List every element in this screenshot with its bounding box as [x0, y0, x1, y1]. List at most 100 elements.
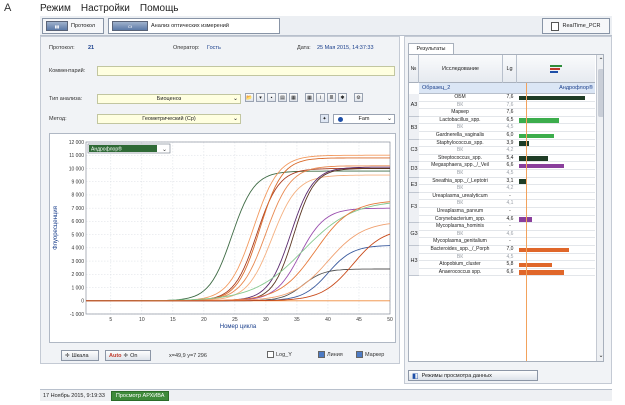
- archive-view-badge[interactable]: Просмотр АРХИВА: [110, 390, 170, 401]
- sample-kit: Андрофлор®: [559, 85, 593, 91]
- result-row[interactable]: ВК 4,5: [419, 254, 595, 262]
- y-tick-label: 0: [81, 299, 84, 305]
- x-tick-label: 30: [263, 317, 269, 323]
- x-tick-label: 5: [109, 317, 112, 323]
- auto-on-button[interactable]: Auto ✛ On: [105, 350, 151, 361]
- x-tick-label: 35: [294, 317, 300, 323]
- result-row[interactable]: ВК 4,1: [419, 200, 595, 208]
- result-name: ВК: [456, 253, 464, 260]
- table-icon[interactable]: ≣: [327, 93, 336, 102]
- line-checkbox[interactable]: [318, 351, 325, 358]
- menu-mode[interactable]: Режим: [40, 3, 71, 14]
- info-icon[interactable]: i: [316, 93, 325, 102]
- pin-icon[interactable]: ✦: [320, 114, 329, 123]
- floppy-icon[interactable]: ▪: [267, 93, 276, 102]
- tools-icon[interactable]: ✱: [338, 93, 347, 102]
- save-icon[interactable]: ▾: [256, 93, 265, 102]
- result-lg: 7,6: [506, 101, 514, 108]
- log-y-checkbox[interactable]: [267, 351, 274, 358]
- result-name: Маркер: [451, 109, 469, 116]
- result-lg: 4,2: [506, 185, 514, 192]
- log-y-toggle[interactable]: Log_Y: [267, 351, 292, 358]
- chevron-down-icon: ⌄: [232, 116, 239, 122]
- report-icon[interactable]: ▤: [278, 93, 287, 102]
- scale-button[interactable]: ✛ Шкала: [61, 350, 99, 361]
- group-label: B3: [409, 116, 419, 140]
- result-name: Anaerococcus spp.: [438, 268, 482, 275]
- menu-help[interactable]: Помощь: [140, 3, 179, 14]
- result-row[interactable]: ВК 7,6: [419, 102, 595, 110]
- result-row[interactable]: Mycoplasma_genitalium -: [419, 238, 595, 246]
- line-label: Линия: [327, 351, 343, 358]
- result-name: ВК: [456, 170, 464, 176]
- result-row[interactable]: Lactobacillus_spp. 6,5: [419, 117, 595, 125]
- result-row[interactable]: ВК 4,5: [419, 124, 595, 132]
- result-lg: 7,6: [506, 94, 514, 100]
- bar-chart-icon: [550, 65, 562, 73]
- result-row[interactable]: Streptococcus_spp. 5,4: [419, 155, 595, 163]
- legend-chevron-icon: ⌄: [162, 147, 167, 153]
- export-icon[interactable]: ▦: [289, 93, 298, 102]
- settings-icon[interactable]: ⚙: [354, 93, 363, 102]
- result-row[interactable]: Sneathia_spp._/_Leptotri 3,1: [419, 178, 595, 186]
- method-select[interactable]: Геометрический (Cp) ⌄: [97, 114, 241, 124]
- menu-settings[interactable]: Настройки: [81, 3, 130, 14]
- tab-protocol[interactable]: ▮▮ Протокол: [42, 18, 104, 34]
- result-row[interactable]: Staphylococcus_spp. 3,9: [419, 140, 595, 148]
- result-lg: 7,6: [506, 109, 514, 116]
- result-row[interactable]: ВК 4,5: [419, 170, 595, 178]
- channel-select[interactable]: Fam ⌄: [333, 114, 395, 124]
- channel-color-dot: [338, 117, 343, 122]
- amplification-chart[interactable]: -1 000 0 1 000 2 000 3 000 4 000 5 000 6 000 7 0…: [50, 134, 397, 344]
- result-row[interactable]: ВК 4,2: [419, 147, 595, 155]
- result-lg: 5,8: [506, 261, 514, 268]
- result-row[interactable]: Gardnerella_vaginalis 6,0: [419, 132, 595, 140]
- results-table: № Исследование Lg Образец_2 Андрофлор® A…: [408, 54, 604, 362]
- result-lg: 4,6: [506, 230, 514, 237]
- line-toggle[interactable]: Линия: [318, 351, 343, 358]
- view-modes-button[interactable]: ◧ Режимы просмотра данных: [408, 370, 538, 381]
- realtime-pcr-button[interactable]: RealTime_PCR: [542, 18, 610, 34]
- result-name: Mycoplasma_hominis: [435, 223, 485, 230]
- analysis-type-select[interactable]: Биоценоз ⌄: [97, 94, 241, 104]
- protocol-label: Протокол:: [49, 45, 75, 51]
- on-label: On: [130, 352, 138, 359]
- status-bar: 17 Ноябрь 2015, 9:19:33 Просмотр АРХИВА: [40, 389, 612, 401]
- x-tick-label: 20: [201, 317, 207, 323]
- tab-protocol-label: Протокол: [71, 23, 96, 29]
- result-row[interactable]: Bacteroides_spp._/_Porph 7,0: [419, 246, 595, 254]
- result-lg: 3,9: [506, 139, 514, 146]
- result-name: Ureaplasma_urealyticum: [432, 192, 488, 199]
- document-icon: [551, 21, 560, 31]
- result-row[interactable]: ОБМ 7,6: [419, 94, 595, 102]
- result-row[interactable]: Megasphaera_spp._/_Veil 6,6: [419, 162, 595, 170]
- tab-analysis[interactable]: Ct Анализ оптических измерений: [108, 18, 280, 34]
- result-row[interactable]: Atopobium_cluster 5,8: [419, 261, 595, 269]
- result-row[interactable]: Ureaplasma_urealyticum -: [419, 193, 595, 201]
- group-label: A3: [409, 94, 419, 117]
- grid-icon[interactable]: ▦: [305, 93, 314, 102]
- comment-field[interactable]: [97, 66, 395, 76]
- result-row[interactable]: ВК 4,2: [419, 185, 595, 193]
- date-value: 25 Мая 2015, 14:37:33: [317, 45, 374, 51]
- result-row[interactable]: Ureaplasma_parvum -: [419, 208, 595, 216]
- marker-toggle[interactable]: Маркер: [356, 351, 384, 358]
- result-row[interactable]: Маркер 7,6: [419, 109, 595, 117]
- group-label: E3: [409, 177, 419, 193]
- marker-checkbox[interactable]: [356, 351, 363, 358]
- scroll-down-icon[interactable]: ⌄: [598, 352, 603, 359]
- scroll-up-icon[interactable]: ⌃: [598, 57, 603, 64]
- result-row[interactable]: Anaerococcus spp. 6,6: [419, 269, 595, 277]
- tab-results[interactable]: Результаты: [408, 43, 454, 54]
- result-lg: 4,2: [506, 147, 514, 154]
- scroll-thumb[interactable]: [598, 69, 603, 117]
- results-scrollbar[interactable]: ⌃ ⌄: [596, 55, 603, 361]
- amplification-curve: [86, 201, 391, 302]
- open-folder-icon[interactable]: 📂: [245, 93, 254, 102]
- result-row[interactable]: Mycoplasma_hominis -: [419, 223, 595, 231]
- result-row[interactable]: Corynebacterium_spp. 4,6: [419, 216, 595, 224]
- sample-row[interactable]: Образец_2 Андрофлор®: [419, 83, 595, 94]
- result-row[interactable]: ВК 4,6: [419, 231, 595, 239]
- result-lg: -: [509, 208, 511, 214]
- y-tick-label: 5 000: [71, 232, 84, 238]
